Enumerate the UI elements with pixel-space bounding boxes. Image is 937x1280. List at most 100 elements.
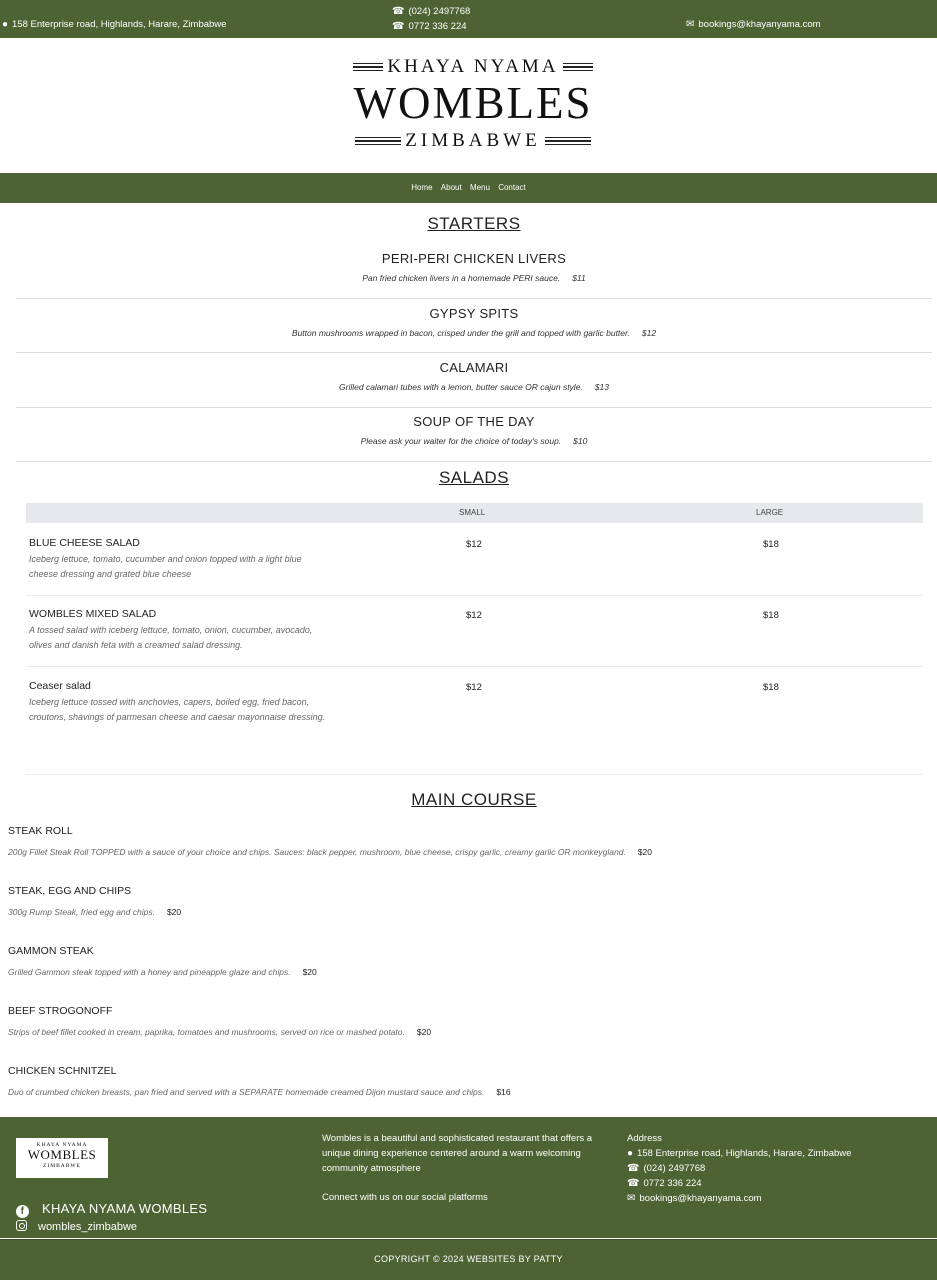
envelope-icon: ✉ <box>686 19 695 30</box>
footer-about: Wombles is a beautiful and sophisticated… <box>322 1133 593 1174</box>
main-course-price: $16 <box>496 1087 511 1097</box>
topbar-phone-2[interactable]: ☎ 0772 336 224 <box>392 19 470 34</box>
starter-item: SOUP OF THE DAY Please ask your waiter f… <box>16 414 932 462</box>
footer-phone-2-text: 0772 336 224 <box>643 1178 702 1189</box>
starter-description: Grilled calamari tubes with a lemon, but… <box>16 382 932 392</box>
nav-home[interactable]: Home <box>411 183 432 192</box>
starter-item: GYPSY SPITS Button mushrooms wrapped in … <box>16 306 932 353</box>
phone-icon: ☎ <box>392 6 405 17</box>
starter-description: Button mushrooms wrapped in bacon, crisp… <box>16 328 932 338</box>
facebook-icon: f <box>16 1205 29 1218</box>
starter-desc-text: Pan fried chicken livers in a homemade P… <box>362 273 561 283</box>
logo-text-1: KHAYA NYAMA <box>387 56 559 77</box>
main-course-item: CHICKEN SCHNITZEL Duo of crumbed chicken… <box>8 1065 908 1097</box>
main-course-desc-text: Duo of crumbed chicken breasts, pan frie… <box>8 1087 485 1097</box>
footer-email-text: bookings@khayanyama.com <box>639 1193 762 1204</box>
starter-desc-text: Grilled calamari tubes with a lemon, but… <box>339 382 583 392</box>
main-course-name: BEEF STROGONOFF <box>8 1005 113 1017</box>
main-course-desc-text: 300g Rump Steak, fried egg and chips. <box>8 907 155 917</box>
logo-text-3: ZIMBABWE <box>405 130 541 151</box>
salad-name: Ceaser salad <box>29 680 91 692</box>
footer-address: ● 158 Enterprise road, Highlands, Harare,… <box>627 1146 851 1161</box>
main-course-desc-text: Strips of beef fillet cooked in cream, p… <box>8 1027 405 1037</box>
starter-desc-text: Please ask your waiter for the choice of… <box>360 436 562 446</box>
facebook-link[interactable]: f KHAYA NYAMA WOMBLES <box>16 1201 207 1218</box>
instagram-link[interactable]: wombles_zimbabwe <box>16 1220 137 1233</box>
nav-contact[interactable]: Contact <box>498 183 526 192</box>
phone-icon: ☎ <box>392 21 405 32</box>
phone-icon: ☎ <box>627 1163 640 1174</box>
site-footer: KHAYA NYAMA WOMBLES ZIMBABWE f KHAYA NYAM… <box>0 1117 937 1238</box>
starter-description: Please ask your waiter for the choice of… <box>16 436 932 446</box>
phone-icon: ☎ <box>627 1178 640 1189</box>
main-course-description: Strips of beef fillet cooked in cream, p… <box>8 1027 908 1037</box>
main-course-description: 200g Fillet Steak Roll TOPPED with a sau… <box>8 847 908 857</box>
footer-logo-line-3: ZIMBABWE <box>43 1163 81 1169</box>
logo-rule <box>544 136 591 146</box>
salad-description: A tossed salad with iceberg lettuce, tom… <box>29 625 313 650</box>
nav-about[interactable]: About <box>441 183 462 192</box>
starter-desc-text: Button mushrooms wrapped in bacon, crisp… <box>291 328 630 338</box>
salads-title: SALADS <box>438 468 510 487</box>
logo-line-2: WOMBLES <box>353 78 593 128</box>
main-course-description: Duo of crumbed chicken breasts, pan frie… <box>8 1087 908 1097</box>
logo-line-3: ZIMBABWE <box>342 130 604 152</box>
main-course-price: $20 <box>637 847 652 857</box>
main-course-desc-text: 200g Fillet Steak Roll TOPPED with a sau… <box>8 847 626 857</box>
footer-phone-1-text: (024) 2497768 <box>643 1163 706 1174</box>
top-contact-bar: ● 158 Enterprise road, Highlands, Harare,… <box>0 0 937 38</box>
logo-line-1: KHAYA NYAMA <box>342 56 604 78</box>
map-pin-icon: ● <box>2 19 9 30</box>
footer-email[interactable]: ✉ bookings@khayanyama.com <box>627 1191 851 1206</box>
main-course-price: $20 <box>166 907 182 917</box>
starter-name: GYPSY SPITS <box>429 306 519 321</box>
salad-col-small: SMALL <box>459 508 486 517</box>
starter-item: CALAMARI Grilled calamari tubes with a l… <box>16 360 932 408</box>
starters-title: STARTERS <box>427 214 521 233</box>
salad-price-small: $12 <box>466 539 482 550</box>
starter-price: $10 <box>573 436 588 446</box>
topbar-phone-1-text: (024) 2497768 <box>408 6 471 17</box>
envelope-icon: ✉ <box>627 1193 636 1204</box>
topbar-phone-1[interactable]: ☎ (024) 2497768 <box>392 4 470 19</box>
logo-rule <box>355 136 402 146</box>
topbar-email-text: bookings@khayanyama.com <box>698 19 821 30</box>
main-course-name: STEAK, EGG AND CHIPS <box>8 885 132 897</box>
main-course-description: Grilled Gammon steak topped with a honey… <box>8 967 908 977</box>
salad-col-large: LARGE <box>756 508 784 517</box>
main-course-price: $20 <box>416 1027 432 1037</box>
main-course-item: STEAK, EGG AND CHIPS 300g Rump Steak, fr… <box>8 885 908 917</box>
logo-rule <box>353 62 384 72</box>
map-pin-icon: ● <box>627 1148 634 1159</box>
starter-price: $11 <box>572 273 586 283</box>
salad-price-small: $12 <box>466 610 482 621</box>
main-course-description: 300g Rump Steak, fried egg and chips. $20 <box>8 907 908 917</box>
starter-name: SOUP OF THE DAY <box>413 414 535 429</box>
topbar-phone-2-text: 0772 336 224 <box>408 21 467 32</box>
footer-logo[interactable]: KHAYA NYAMA WOMBLES ZIMBABWE <box>16 1138 108 1178</box>
footer-logo-line-2: WOMBLES <box>27 1147 97 1162</box>
topbar-address-text: 158 Enterprise road, Highlands, Harare, … <box>12 19 227 30</box>
salad-row: BLUE CHEESE SALAD Iceberg lettuce, tomat… <box>26 537 923 596</box>
main-course-item: STEAK ROLL 200g Fillet Steak Roll TOPPED… <box>8 825 908 857</box>
topbar-email[interactable]: ✉ bookings@khayanyama.com <box>686 19 821 30</box>
starter-price: $13 <box>594 382 609 392</box>
footer-phone-2[interactable]: ☎ 0772 336 224 <box>627 1176 851 1191</box>
footer-address-text: 158 Enterprise road, Highlands, Harare, … <box>637 1148 852 1159</box>
salad-row: WOMBLES MIXED SALAD A tossed salad with … <box>26 608 923 667</box>
salad-description: Iceberg lettuce, tomato, cucumber and on… <box>29 554 302 579</box>
logo-rule <box>562 62 593 72</box>
main-nav: Home About Menu Contact <box>0 173 937 203</box>
main-course-name: GAMMON STEAK <box>8 945 94 957</box>
starter-name: PERI-PERI CHICKEN LIVERS <box>381 251 567 266</box>
salad-name: WOMBLES MIXED SALAD <box>29 608 157 620</box>
main-course-title: MAIN COURSE <box>411 790 537 809</box>
nav-menu[interactable]: Menu <box>470 183 490 192</box>
footer-phone-1[interactable]: ☎ (024) 2497768 <box>627 1161 851 1176</box>
topbar-phones: ☎ (024) 2497768 ☎ 0772 336 224 <box>392 4 470 34</box>
site-logo[interactable]: KHAYA NYAMA WOMBLES ZIMBABWE <box>342 54 604 154</box>
footer-contact: Address ● 158 Enterprise road, Highlands,… <box>627 1131 851 1206</box>
starter-name: CALAMARI <box>439 360 509 375</box>
starter-description: Pan fried chicken livers in a homemade P… <box>16 273 932 283</box>
salad-description: Iceberg lettuce tossed with anchovies, c… <box>29 697 326 722</box>
